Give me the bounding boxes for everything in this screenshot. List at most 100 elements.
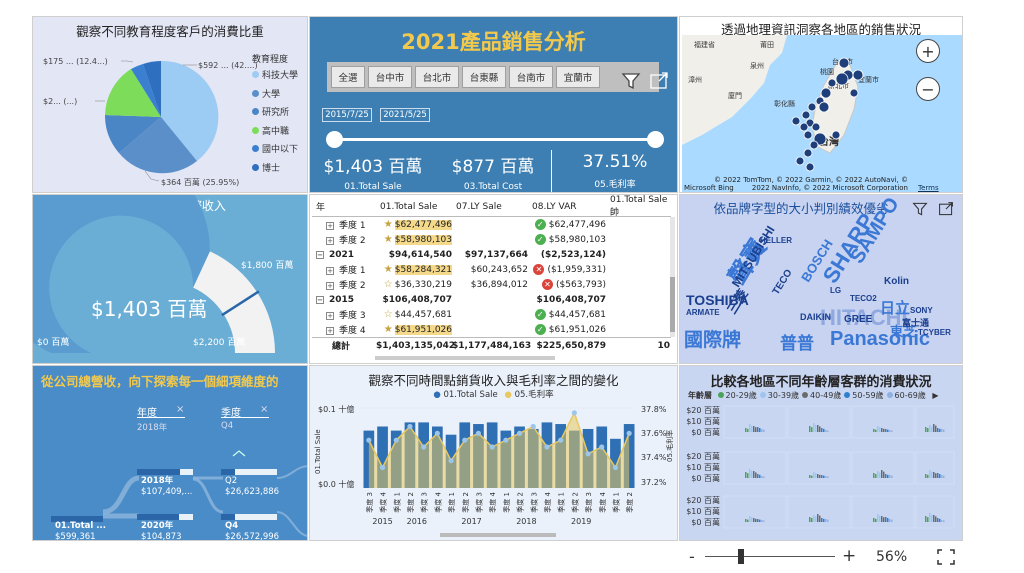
decomp-node-2020[interactable]: 2020年 $104,873 [141, 521, 182, 540]
small-bar[interactable] [749, 424, 751, 432]
small-bar[interactable] [881, 428, 883, 432]
slicer-chip-宜蘭市[interactable]: 宜蘭市 [556, 66, 600, 88]
small-bar[interactable] [823, 475, 825, 478]
expand-icon[interactable]: + [326, 327, 334, 335]
map-bubble[interactable] [803, 148, 813, 158]
small-bar[interactable] [879, 472, 881, 478]
map-bubble[interactable] [809, 140, 819, 150]
cloud-word[interactable]: 普普 [780, 335, 814, 352]
margin-point[interactable] [379, 464, 386, 471]
margin-point[interactable] [544, 444, 550, 450]
small-bar[interactable] [879, 427, 881, 432]
small-bar[interactable] [939, 428, 941, 432]
small-multiples-chart[interactable]: $20 百萬$10 百萬$0 百萬$20 百萬$10 百萬$0 百萬$20 百萬… [680, 366, 963, 541]
date-start-input[interactable]: 2015/7/25 [322, 108, 372, 122]
margin-point[interactable] [530, 423, 536, 430]
zoom-slider-thumb[interactable] [737, 549, 744, 564]
fit-to-page-icon[interactable] [937, 549, 955, 569]
small-bar[interactable] [937, 428, 939, 432]
map-zoom-in-button[interactable]: + [916, 39, 940, 63]
decomp-node-total[interactable]: 01.Total ... $599,361 [55, 521, 106, 540]
map-canvas[interactable]: 福建省 莆田 泉州 漳州 廈門 宜蘭市 新北市 彰化縣 台灣 桃園 台北市 + … [682, 35, 962, 192]
small-bar[interactable] [757, 474, 759, 478]
small-bar[interactable] [817, 514, 819, 522]
map-bubble[interactable] [831, 130, 841, 140]
small-bar[interactable] [943, 429, 945, 432]
small-bar[interactable] [745, 519, 747, 522]
small-bar[interactable] [889, 430, 891, 432]
zoom-percent[interactable]: 56% [876, 549, 907, 565]
small-bar[interactable] [811, 427, 813, 432]
small-bar[interactable] [747, 473, 749, 478]
zoom-slider[interactable] [705, 549, 835, 564]
combo-hscrollbar[interactable] [440, 533, 556, 537]
focus-mode-icon[interactable] [649, 71, 669, 95]
small-bar[interactable] [755, 472, 757, 478]
margin-point[interactable] [489, 444, 495, 450]
small-bar[interactable] [751, 517, 753, 522]
cloud-word[interactable]: DAIKIN [800, 313, 831, 322]
small-bar[interactable] [761, 476, 763, 478]
cloud-word[interactable]: SONY [910, 307, 933, 315]
small-bar[interactable] [811, 475, 813, 478]
small-bar[interactable] [757, 519, 759, 522]
small-bar[interactable] [817, 425, 819, 432]
small-bar[interactable] [747, 519, 749, 522]
gauge-value-arc[interactable] [33, 195, 210, 353]
small-bar[interactable] [887, 429, 889, 432]
map-bubble[interactable] [820, 87, 832, 99]
small-bar[interactable] [763, 476, 765, 478]
cloud-word[interactable]: GREE [844, 315, 872, 325]
small-bar[interactable] [875, 474, 877, 478]
decomp-node-bar-q2[interactable] [221, 469, 277, 475]
expand-icon[interactable]: + [326, 282, 334, 290]
small-bar[interactable] [943, 475, 945, 478]
zoom-out-button[interactable]: - [689, 547, 695, 566]
small-bar[interactable] [873, 518, 875, 522]
decomp-node-bar-q4[interactable] [221, 514, 277, 520]
table-row[interactable]: −2021 $94,614,540 $97,137,664 ($2,523,124) [312, 247, 671, 262]
map-bubble[interactable] [811, 122, 821, 132]
map-bubble[interactable] [807, 102, 817, 112]
cloud-word[interactable]: LG [830, 287, 841, 295]
pie-legend-item[interactable]: 高中職 [252, 123, 298, 142]
date-end-input[interactable]: 2021/5/25 [380, 108, 430, 122]
small-bar[interactable] [745, 428, 747, 432]
filter-icon[interactable] [621, 71, 641, 95]
expand-icon[interactable]: + [326, 237, 334, 245]
small-bar[interactable] [931, 514, 933, 522]
slicer-chip-台東縣[interactable]: 台東縣 [462, 66, 506, 88]
pie-legend-item[interactable]: 國中以下 [252, 141, 298, 160]
cloud-word[interactable]: Kolin [884, 277, 909, 287]
small-bar[interactable] [755, 427, 757, 432]
small-bar[interactable] [929, 425, 931, 432]
slicer-chip-台北市[interactable]: 台北市 [415, 66, 459, 88]
map-bubble[interactable] [852, 69, 864, 81]
small-bar[interactable] [889, 475, 891, 478]
small-bar[interactable] [939, 518, 941, 522]
small-bar[interactable] [763, 520, 765, 522]
slicer-chip-台中市[interactable]: 台中市 [368, 66, 412, 88]
small-bar[interactable] [827, 430, 829, 432]
small-multiple-panel[interactable] [723, 451, 787, 485]
map-bubble[interactable] [849, 88, 859, 98]
small-bar[interactable] [757, 427, 759, 432]
small-bar[interactable] [885, 429, 887, 432]
date-range-slider[interactable] [326, 131, 664, 148]
table-scrollbar-thumb[interactable] [670, 277, 675, 332]
small-bar[interactable] [891, 430, 893, 432]
matrix-table[interactable]: 年 01.Total Sale 07.LY Sale 08.LY VAR 01.… [312, 195, 671, 353]
small-bar[interactable] [823, 428, 825, 432]
small-bar[interactable] [931, 471, 933, 478]
pie-legend-item[interactable]: 大學 [252, 86, 298, 105]
small-multiple-panel[interactable] [723, 405, 787, 439]
small-bar[interactable] [941, 520, 943, 522]
small-bar[interactable] [875, 429, 877, 432]
small-bar[interactable] [759, 428, 761, 432]
table-row[interactable]: + 季度 2 ★ $58,980,103 ✓ $58,980,103 [312, 232, 671, 247]
small-multiple-panel[interactable] [851, 405, 915, 439]
small-bar[interactable] [811, 518, 813, 522]
margin-point[interactable] [462, 437, 468, 443]
small-bar[interactable] [825, 430, 827, 432]
decomp-node-bar-2018[interactable] [137, 469, 193, 475]
